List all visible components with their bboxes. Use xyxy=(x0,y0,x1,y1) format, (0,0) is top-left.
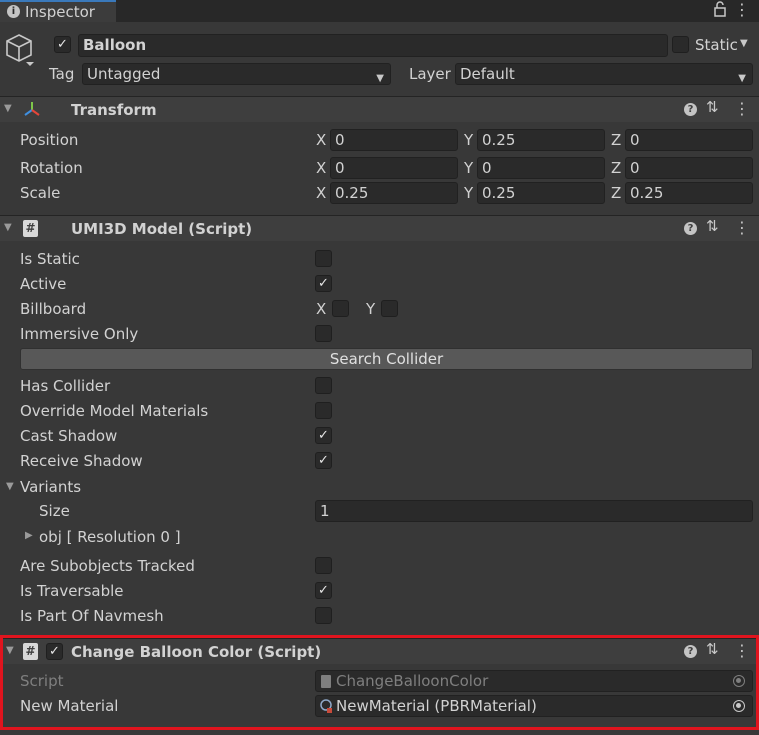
is-part-of-navmesh-checkbox[interactable] xyxy=(315,607,332,624)
object-active-checkbox[interactable]: ✓ xyxy=(54,36,71,53)
help-icon[interactable]: ? xyxy=(684,103,697,116)
component-menu-icon[interactable]: ⋮ xyxy=(734,216,750,240)
layer-value: Default xyxy=(460,65,515,83)
rotation-label: Rotation xyxy=(20,159,83,177)
has-collider-checkbox[interactable] xyxy=(315,377,332,394)
transform-icon xyxy=(22,100,42,120)
cast-shadow-label: Cast Shadow xyxy=(20,427,118,445)
position-x-field[interactable]: 0 xyxy=(330,129,458,151)
billboard-x-label: X xyxy=(316,300,327,318)
billboard-x-checkbox[interactable] xyxy=(332,300,349,317)
static-checkbox[interactable] xyxy=(672,36,689,53)
highlight-frame xyxy=(0,635,759,730)
component-menu-icon[interactable]: ⋮ xyxy=(734,97,750,121)
immersive-only-label: Immersive Only xyxy=(20,325,139,343)
scale-x-axis[interactable]: X xyxy=(316,183,326,203)
script-icon: # xyxy=(23,220,38,237)
layer-label: Layer xyxy=(409,65,451,83)
position-y-axis[interactable]: Y xyxy=(464,130,473,150)
chevron-down-icon: ▼ xyxy=(376,73,384,84)
object-name-field[interactable]: Balloon xyxy=(78,34,668,57)
variants-foldout-icon[interactable]: ▼ xyxy=(6,481,14,492)
tab-bar: i Inspector ⋮ xyxy=(0,0,759,22)
has-collider-label: Has Collider xyxy=(20,377,111,395)
tab-title: Inspector xyxy=(25,3,95,21)
billboard-y-label: Y xyxy=(366,300,376,318)
is-static-label: Is Static xyxy=(20,250,80,268)
umi3d-model-title: UMI3D Model (Script) xyxy=(71,220,253,238)
rotation-y-field[interactable]: 0 xyxy=(477,157,605,179)
tag-value: Untagged xyxy=(87,65,161,83)
presets-icon[interactable]: ⇅ xyxy=(706,98,719,116)
billboard-label: Billboard xyxy=(20,300,87,318)
rotation-z-field[interactable]: 0 xyxy=(625,157,753,179)
rotation-x-axis[interactable]: X xyxy=(316,158,326,178)
is-static-checkbox[interactable] xyxy=(315,250,332,267)
search-collider-button[interactable]: Search Collider xyxy=(20,348,753,370)
is-part-of-navmesh-label: Is Part Of Navmesh xyxy=(20,607,164,625)
rotation-x-field[interactable]: 0 xyxy=(330,157,458,179)
scale-label: Scale xyxy=(20,184,61,202)
size-label: Size xyxy=(39,502,70,520)
override-materials-checkbox[interactable] xyxy=(315,402,332,419)
layer-dropdown[interactable]: Default ▼ xyxy=(455,63,753,85)
lock-icon[interactable] xyxy=(713,0,727,18)
tab-menu-icon[interactable]: ⋮ xyxy=(734,0,750,20)
subobjects-tracked-checkbox[interactable] xyxy=(315,557,332,574)
is-traversable-checkbox[interactable]: ✓ xyxy=(315,582,332,599)
chevron-down-icon: ▼ xyxy=(738,73,746,84)
presets-icon[interactable]: ⇅ xyxy=(706,217,719,235)
billboard-y-checkbox[interactable] xyxy=(381,300,398,317)
cast-shadow-checkbox[interactable]: ✓ xyxy=(315,427,332,444)
active-checkbox[interactable]: ✓ xyxy=(315,275,332,292)
tag-label: Tag xyxy=(49,65,75,83)
receive-shadow-checkbox[interactable]: ✓ xyxy=(315,452,332,469)
tab-inspector[interactable]: i Inspector xyxy=(0,0,116,22)
info-icon: i xyxy=(7,5,20,18)
foldout-arrow-icon[interactable]: ▼ xyxy=(4,103,12,114)
variants-label[interactable]: Variants xyxy=(20,477,81,497)
active-label: Active xyxy=(20,275,67,293)
immersive-only-checkbox[interactable] xyxy=(315,325,332,342)
subobjects-tracked-label: Are Subobjects Tracked xyxy=(20,557,195,575)
position-z-axis[interactable]: Z xyxy=(611,130,621,150)
scale-x-field[interactable]: 0.25 xyxy=(330,182,458,204)
gameobject-icon xyxy=(4,33,34,67)
override-materials-label: Override Model Materials xyxy=(20,402,209,420)
umi3d-model-header[interactable]: ▼ # UMI3D Model (Script) ? ⇅ ⋮ xyxy=(0,215,759,241)
scale-y-axis[interactable]: Y xyxy=(464,183,473,203)
position-z-field[interactable]: 0 xyxy=(625,129,753,151)
foldout-arrow-icon[interactable]: ▼ xyxy=(4,222,12,233)
position-x-axis[interactable]: X xyxy=(316,130,326,150)
static-dropdown-icon[interactable]: ▼ xyxy=(740,38,748,49)
rotation-y-axis[interactable]: Y xyxy=(464,158,473,178)
tag-dropdown[interactable]: Untagged ▼ xyxy=(82,63,391,85)
transform-header[interactable]: ▼ Transform ? ⇅ ⋮ xyxy=(0,96,759,122)
rotation-z-axis[interactable]: Z xyxy=(611,158,621,178)
position-label: Position xyxy=(20,131,79,149)
obj-label[interactable]: obj [ Resolution 0 ] xyxy=(39,527,181,547)
is-traversable-label: Is Traversable xyxy=(20,582,124,600)
scale-z-axis[interactable]: Z xyxy=(611,183,621,203)
size-field[interactable]: 1 xyxy=(315,500,753,522)
position-y-field[interactable]: 0.25 xyxy=(477,129,605,151)
transform-title: Transform xyxy=(71,101,157,119)
scale-y-field[interactable]: 0.25 xyxy=(477,182,605,204)
receive-shadow-label: Receive Shadow xyxy=(20,452,143,470)
help-icon[interactable]: ? xyxy=(684,222,697,235)
obj-foldout-icon[interactable]: ▶ xyxy=(25,530,33,541)
scale-z-field[interactable]: 0.25 xyxy=(625,182,753,204)
static-label[interactable]: Static xyxy=(695,35,738,55)
